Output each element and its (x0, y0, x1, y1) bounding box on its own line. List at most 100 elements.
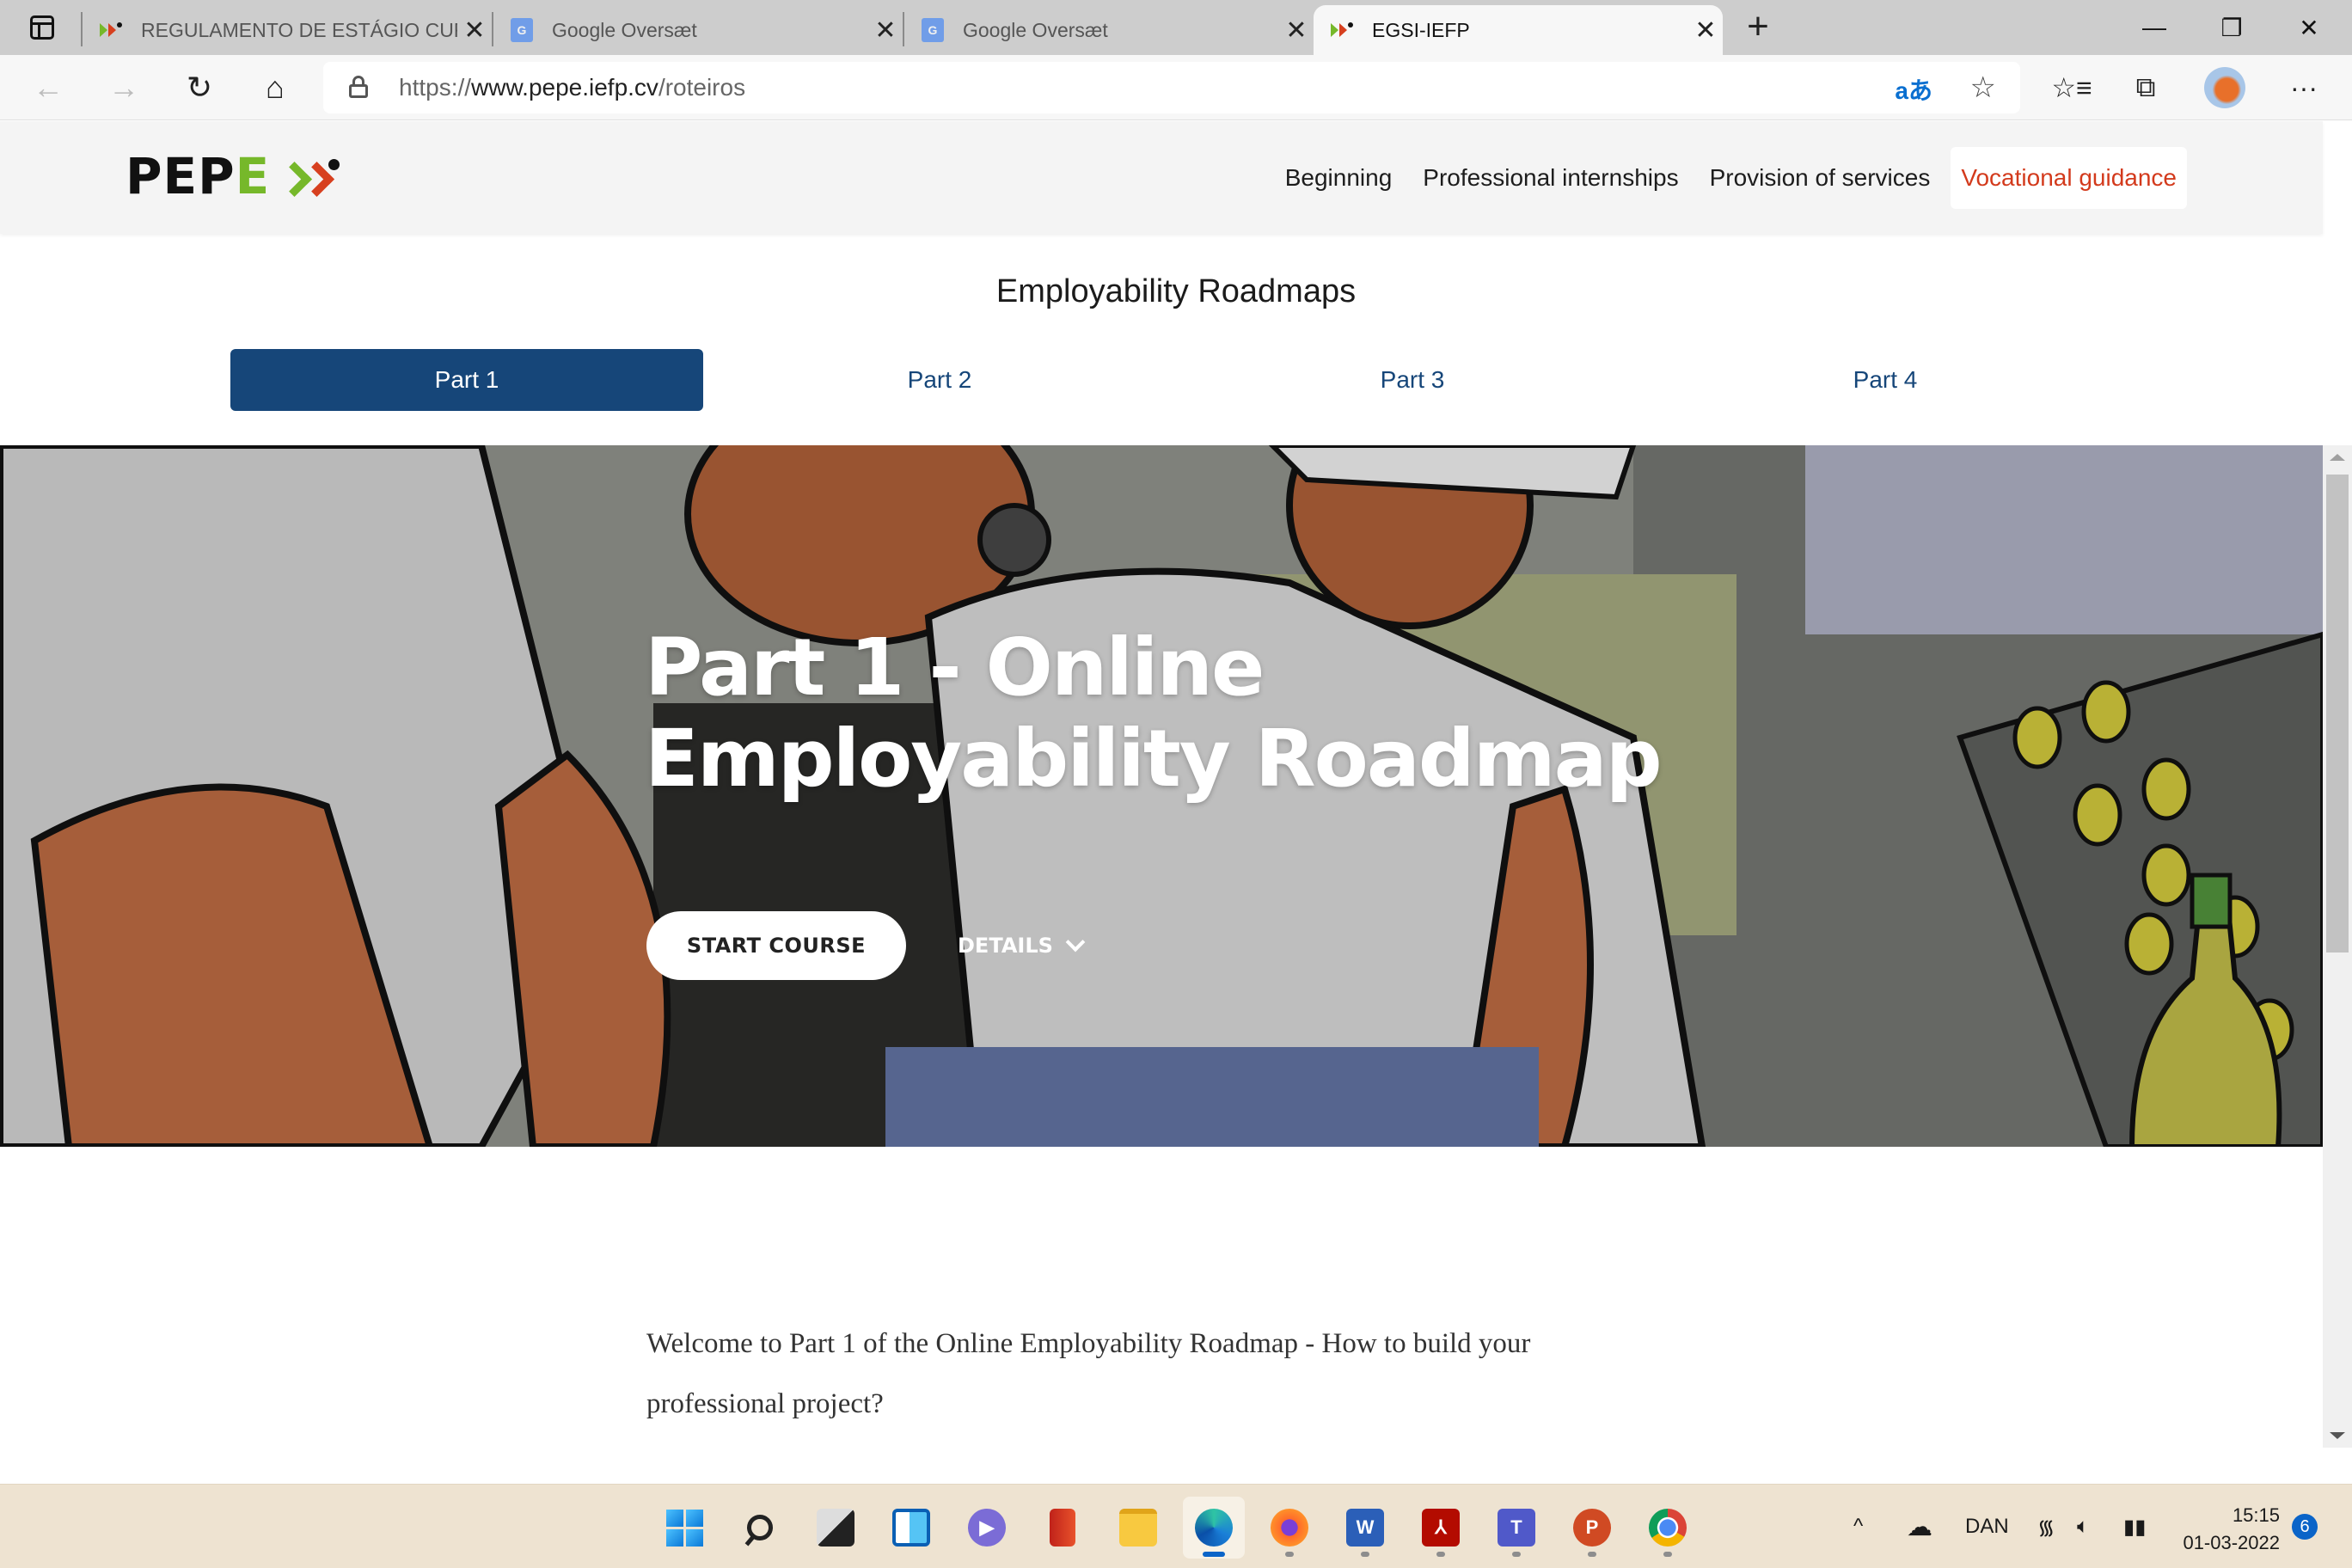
chevron-down-icon (1065, 932, 1086, 952)
forward-button[interactable]: → (100, 65, 148, 110)
chevron-up-icon: ^ (1853, 1515, 1864, 1538)
taskbar-powerpoint-button[interactable]: P (1561, 1497, 1623, 1559)
main-nav: Beginning Professional internships Provi… (1270, 147, 2323, 209)
logo-text: PEPE (126, 147, 271, 205)
back-button[interactable]: ← (24, 65, 72, 110)
taskbar-start-button[interactable] (653, 1497, 715, 1559)
close-tab-icon[interactable]: ✕ (457, 15, 492, 46)
running-indicator (1588, 1552, 1596, 1557)
details-label: DETAILS (958, 934, 1053, 958)
taskbar-edge-button[interactable] (1183, 1497, 1245, 1559)
input-language[interactable]: DAN (1965, 1485, 2009, 1568)
refresh-button[interactable]: ↻ (175, 65, 224, 110)
scrollbar-thumb[interactable] (2326, 475, 2349, 952)
browser-tab[interactable]: G Google Oversæt ✕ (493, 5, 903, 55)
taskbar-clock[interactable]: 15:15 01-03-2022 (2166, 1502, 2280, 1557)
scroll-up-arrow-icon[interactable] (2330, 454, 2345, 461)
tab-title: EGSI-IEFP (1372, 18, 1470, 41)
tab-title: Google Oversæt (552, 18, 697, 41)
tray-overflow-button[interactable]: ^ (1853, 1485, 1863, 1568)
folder-icon (1119, 1509, 1157, 1547)
tab-actions-icon (30, 15, 54, 40)
restore-button[interactable]: ❐ (2194, 3, 2269, 52)
notification-badge[interactable]: 6 (2292, 1514, 2318, 1540)
hero-banner: Part 1 - Online Employability Roadmap ST… (0, 445, 2323, 1147)
chat-icon: ▶ (968, 1509, 1006, 1547)
taskbar-file-explorer-button[interactable] (1107, 1497, 1169, 1559)
taskbar-teams-button[interactable]: T (1485, 1497, 1547, 1559)
tab-part-1[interactable]: Part 1 (230, 349, 703, 411)
pepe-favicon-icon (98, 17, 124, 43)
lock-icon[interactable] (349, 76, 368, 98)
firefox-icon (1271, 1509, 1308, 1547)
translate-icon[interactable]: aあ (1895, 72, 1932, 107)
browser-tab[interactable]: G Google Oversæt ✕ (904, 5, 1314, 55)
taskbar-office-button[interactable] (1032, 1497, 1093, 1559)
tab-part-2[interactable]: Part 2 (703, 349, 1176, 411)
details-button[interactable]: DETAILS (958, 927, 1086, 965)
home-button[interactable]: ⌂ (251, 65, 299, 110)
page-scrollbar[interactable] (2323, 445, 2352, 1448)
logo-red-chevron-icon (301, 162, 327, 191)
favorites-icon[interactable]: ☆≡ (2049, 67, 2094, 108)
task-view-icon (817, 1509, 854, 1547)
close-tab-icon[interactable]: ✕ (1279, 15, 1314, 46)
nav-item-provision-of-services[interactable]: Provision of services (1694, 147, 1946, 209)
start-course-button[interactable]: START COURSE (646, 911, 906, 980)
scroll-down-arrow-icon[interactable] (2330, 1432, 2345, 1439)
onedrive-icon[interactable]: ☁ (1907, 1485, 1932, 1568)
powerpoint-icon: P (1573, 1509, 1611, 1547)
browser-tab-active[interactable]: EGSI-IEFP ✕ (1314, 5, 1723, 55)
back-icon: ← (33, 70, 64, 105)
refresh-icon: ↻ (186, 70, 213, 105)
running-indicator (1361, 1552, 1369, 1557)
roadmap-part-tabs: Part 1 Part 2 Part 3 Part 4 (230, 349, 2122, 411)
running-indicator (1436, 1552, 1445, 1557)
tab-title: Google Oversæt (963, 18, 1108, 41)
taskbar-acrobat-button[interactable]: ⅄ (1410, 1497, 1472, 1559)
nav-item-professional-internships[interactable]: Professional internships (1407, 147, 1694, 209)
volume-icon[interactable]: 🔈︎ (2077, 1485, 2089, 1568)
close-window-button[interactable]: ✕ (2271, 3, 2347, 52)
taskbar-chat-button[interactable]: ▶ (956, 1497, 1018, 1559)
taskbar-word-button[interactable]: W (1334, 1497, 1396, 1559)
clock-time: 15:15 (2232, 1504, 2280, 1526)
tab-part-4[interactable]: Part 4 (1649, 349, 2122, 411)
page-title: Employability Roadmaps (995, 273, 1357, 309)
battery-icon[interactable]: ▮▮ (2123, 1485, 2146, 1568)
url-text[interactable]: https://www.pepe.iefp.cv/roteiros (399, 74, 745, 101)
wifi-icon[interactable]: ᯾ (2037, 1485, 2055, 1568)
browser-tab[interactable]: REGULAMENTO DE ESTÁGIO CURRICULAR ✕ (83, 5, 492, 55)
tab-part-3[interactable]: Part 3 (1176, 349, 1649, 411)
running-indicator (1512, 1552, 1521, 1557)
address-bar[interactable]: https://www.pepe.iefp.cv/roteiros aあ ☆ (323, 62, 2020, 113)
pepe-favicon-icon (1329, 17, 1355, 43)
taskbar-widgets-button[interactable] (880, 1497, 942, 1559)
google-translate-favicon-icon: G (920, 17, 946, 43)
teams-icon: T (1498, 1509, 1535, 1547)
running-indicator (1663, 1552, 1672, 1557)
windows-taskbar: ▶ W ⅄ T P ^ ☁ DAN ᯾ 🔈︎ ▮▮ 15:15 01-03-20… (0, 1484, 2352, 1568)
widgets-icon (892, 1509, 930, 1547)
acrobat-icon: ⅄ (1422, 1509, 1460, 1547)
close-tab-icon[interactable]: ✕ (1688, 15, 1723, 46)
more-icon[interactable]: ··· (2282, 67, 2326, 108)
nav-item-vocational-guidance[interactable]: Vocational guidance (1951, 147, 2187, 209)
close-tab-icon[interactable]: ✕ (868, 15, 903, 46)
collections-icon[interactable]: ⧉ (2123, 67, 2168, 108)
nav-item-beginning[interactable]: Beginning (1270, 147, 1408, 209)
windows-logo-icon (665, 1509, 703, 1547)
tab-title: REGULAMENTO DE ESTÁGIO CURRICULAR (141, 18, 457, 41)
taskbar-firefox-button[interactable] (1259, 1497, 1320, 1559)
taskbar-search-button[interactable] (729, 1497, 791, 1559)
search-icon (747, 1515, 773, 1540)
add-favorite-icon[interactable]: ☆ (1970, 70, 1996, 105)
minimize-button[interactable]: — (2116, 3, 2192, 52)
taskbar-task-view-button[interactable] (805, 1497, 867, 1559)
pepe-logo[interactable]: PEPE (126, 147, 340, 205)
profile-avatar[interactable] (2204, 67, 2245, 108)
taskbar-chrome-button[interactable] (1637, 1497, 1699, 1559)
running-indicator (1203, 1552, 1225, 1557)
tab-actions-button[interactable] (21, 12, 64, 43)
new-tab-button[interactable]: + (1736, 5, 1779, 48)
